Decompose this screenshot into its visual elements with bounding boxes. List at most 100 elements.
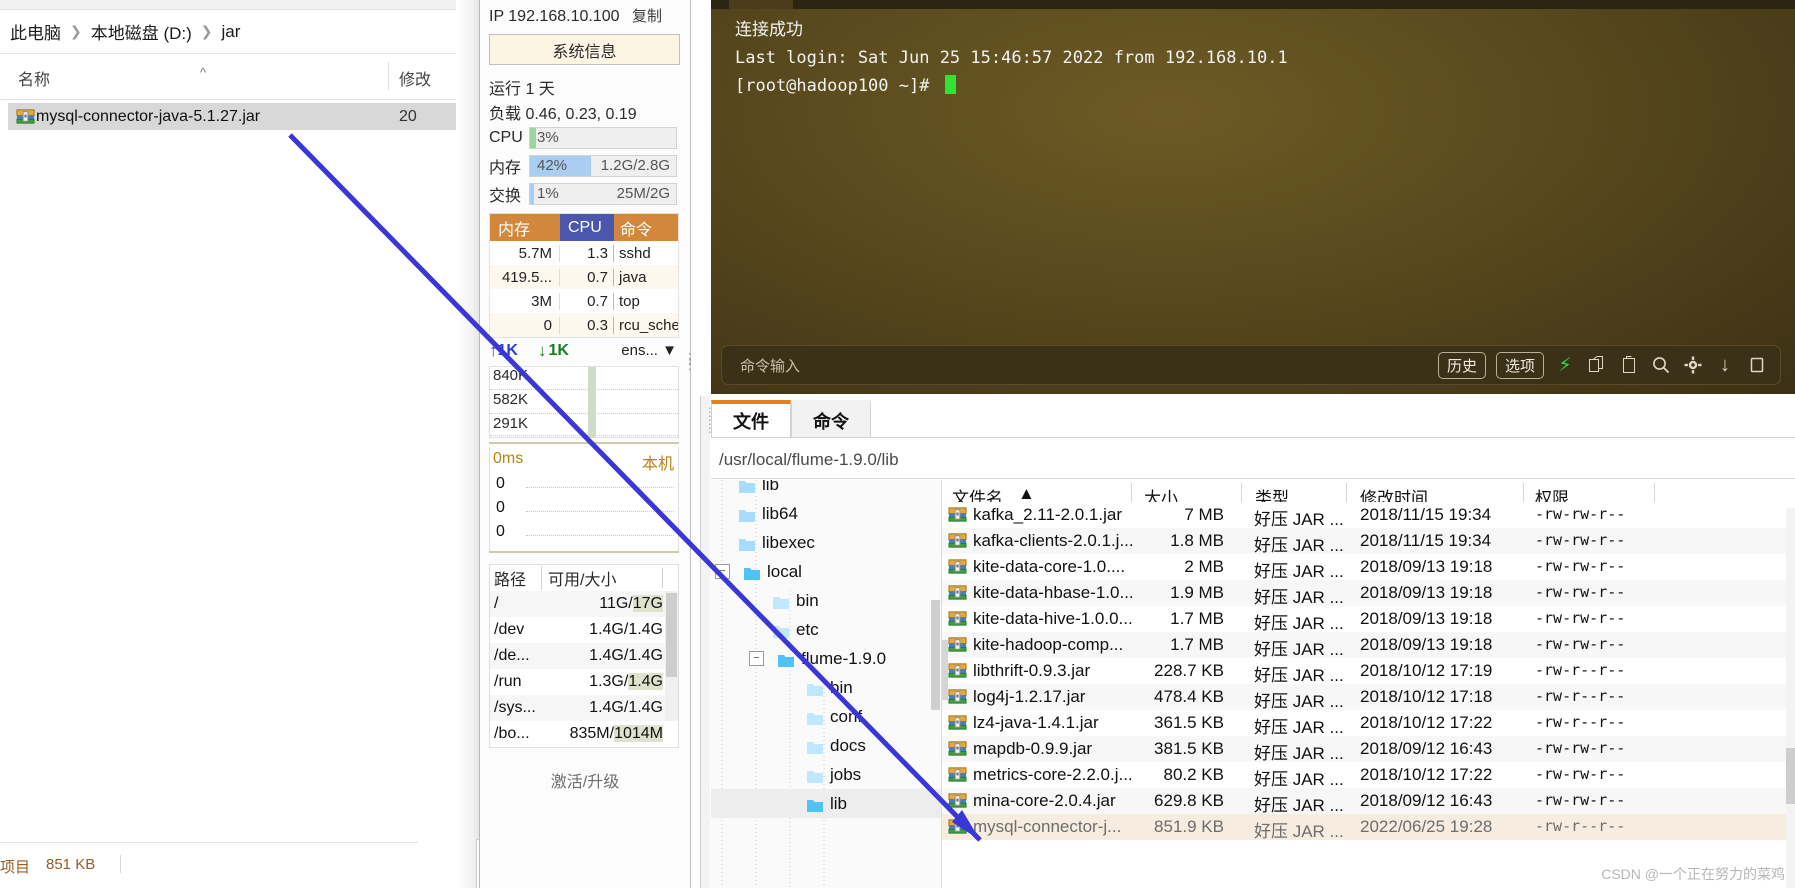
file-name: lz4-java-1.4.1.jar	[973, 713, 1099, 733]
lightning-icon[interactable]: ⚡	[1554, 354, 1576, 376]
ssh-terminal[interactable]: 连接成功 Last login: Sat Jun 25 15:46:57 202…	[711, 0, 1795, 394]
file-list-row[interactable]: mysql-connector-j...851.9 KB好压 JAR ...20…	[942, 814, 1795, 840]
file-list-row[interactable]: metrics-core-2.2.0.j...80.2 KB好压 JAR ...…	[942, 762, 1795, 788]
tree-scrollbar-thumb[interactable]	[931, 600, 940, 710]
tree-node-flume-jobs[interactable]: jobs	[711, 760, 941, 789]
file-list-row[interactable]: kafka-clients-2.0.1.j...1.8 MB好压 JAR ...…	[942, 528, 1795, 554]
file-modified: 2018/09/12 16:43	[1360, 739, 1492, 759]
disk-size: 835M/1014M	[550, 725, 665, 743]
file-name[interactable]: mysql-connector-java-5.1.27.jar	[36, 108, 260, 126]
scrollbar-thumb[interactable]	[1786, 748, 1795, 804]
process-header-memory[interactable]: 内存	[490, 214, 560, 241]
file-list-row[interactable]: kite-data-hive-1.0.0...1.7 MB好压 JAR ...2…	[942, 606, 1795, 632]
tree-node-local-bin[interactable]: bin	[711, 586, 941, 615]
tree-node-local[interactable]: − local	[711, 557, 941, 586]
breadcrumb-item-0[interactable]: 此电脑	[10, 19, 61, 44]
network-interface-select[interactable]: ens... ▼	[621, 342, 677, 359]
column-header-modified[interactable]: 修改	[399, 66, 431, 90]
upload-arrow-icon: ↑	[489, 341, 498, 361]
scrollbar-thumb[interactable]	[666, 593, 677, 677]
disk-total: 1014M	[614, 725, 663, 742]
column-header-name[interactable]: 名称	[18, 66, 50, 90]
file-list-row[interactable]: kite-data-hbase-1.0...1.9 MB好压 JAR ...20…	[942, 580, 1795, 606]
process-header-command[interactable]: 命令	[614, 214, 678, 241]
tab-commands[interactable]: 命令	[791, 400, 871, 438]
panel-resize-grip[interactable]: ⋮⋮	[683, 355, 697, 367]
process-row[interactable]: 0 0.3 rcu_sche	[490, 313, 678, 337]
file-list-row[interactable]: mapdb-0.9.9.jar381.5 KB好压 JAR ...2018/09…	[942, 736, 1795, 762]
breadcrumb-item-2[interactable]: jar	[222, 22, 241, 42]
disk-header-path[interactable]: 路径	[490, 566, 542, 590]
disk-row[interactable]: /run 1.3G/1.4G	[490, 669, 678, 695]
file-list-row[interactable]: mina-core-2.0.4.jar629.8 KB好压 JAR ...201…	[942, 788, 1795, 814]
history-button[interactable]: 历史	[1438, 352, 1486, 379]
tree-node-lib-clipped[interactable]: lib	[711, 480, 941, 499]
process-header-cpu[interactable]: CPU	[560, 214, 614, 241]
explorer-column-header: 名称 ^ 修改	[0, 55, 480, 100]
tab-files[interactable]: 文件	[711, 400, 791, 438]
disk-row[interactable]: / 11G/17G	[490, 591, 678, 617]
file-modified: 2018/09/13 19:18	[1360, 583, 1492, 603]
file-list-row[interactable]: libthrift-0.9.3.jar228.7 KB好压 JAR ...201…	[942, 658, 1795, 684]
directory-tree[interactable]: lib lib64 libexec − local bin etc −	[711, 480, 942, 888]
file-modified: 2018/10/12 17:18	[1360, 687, 1492, 707]
tree-collapse-icon[interactable]: −	[749, 651, 764, 666]
disk-header-size[interactable]: 可用/大小	[542, 566, 662, 590]
terminal-tab-strip	[711, 0, 1795, 9]
remote-file-list: 文件名 ▲ 大小 类型 修改时间 权限 kafka_2.11-2.0.1.jar…	[942, 480, 1795, 888]
ip-value: 192.168.10.100	[508, 8, 619, 25]
file-list-row[interactable]: kafka_2.11-2.0.1.jar7 MB好压 JAR ...2018/1…	[942, 502, 1795, 528]
file-list-row[interactable]: log4j-1.2.17.jar478.4 KB好压 JAR ...2018/1…	[942, 684, 1795, 710]
process-row[interactable]: 5.7M 1.3 sshd	[490, 241, 678, 265]
options-button[interactable]: 选项	[1496, 352, 1544, 379]
tree-node-flume-lib[interactable]: lib	[711, 789, 941, 818]
tree-node-flume-docs[interactable]: docs	[711, 731, 941, 760]
file-list-row[interactable]: lz4-java-1.4.1.jar361.5 KB好压 JAR ...2018…	[942, 710, 1795, 736]
file-size: 478.4 KB	[1122, 687, 1224, 707]
disk-row[interactable]: /dev 1.4G/1.4G	[490, 617, 678, 643]
file-type: 好压 JAR ...	[1254, 687, 1344, 712]
zip-archive-icon	[16, 107, 35, 126]
process-row[interactable]: 3M 0.7 top	[490, 289, 678, 313]
system-info-button[interactable]: 系统信息	[489, 34, 680, 65]
disk-row[interactable]: /de... 1.4G/1.4G	[490, 643, 678, 669]
terminal-line-2: [root@hadoop100 ~]#	[735, 76, 940, 96]
disk-table-scrollbar[interactable]	[665, 591, 678, 721]
path-bar[interactable]: /usr/local/flume-1.9.0/lib 历史	[711, 442, 1795, 478]
terminal-tab[interactable]	[729, 0, 793, 9]
tree-node-flume-conf[interactable]: conf	[711, 702, 941, 731]
copy-icon[interactable]	[1586, 354, 1608, 376]
explorer-file-row[interactable]: mysql-connector-java-5.1.27.jar 20	[8, 103, 468, 130]
tree-node-flume-bin[interactable]: bin	[711, 673, 941, 702]
download-icon[interactable]: ↓	[1714, 354, 1736, 376]
tree-node-local-etc[interactable]: etc	[711, 615, 941, 644]
file-size: 1.7 MB	[1122, 635, 1224, 655]
activate-upgrade-link[interactable]: 激活/升级	[480, 768, 690, 792]
zip-archive-icon	[948, 791, 967, 810]
copy-ip-button[interactable]: 复制	[632, 8, 662, 25]
tree-collapse-icon[interactable]: −	[715, 564, 730, 579]
tree-node-label: lib	[830, 794, 847, 814]
search-icon[interactable]	[1650, 354, 1672, 376]
gear-icon[interactable]	[1682, 354, 1704, 376]
disk-row[interactable]: /sys... 1.4G/1.4G	[490, 695, 678, 721]
file-list-row[interactable]: kite-hadoop-comp...1.7 MB好压 JAR ...2018/…	[942, 632, 1795, 658]
windows-explorer-window: 此电脑 ❯ 本地磁盘 (D:) ❯ jar 名称 ^ 修改 mysql-conn…	[0, 0, 480, 888]
file-list-scrollbar[interactable]	[1786, 508, 1795, 888]
file-size: 381.5 KB	[1122, 739, 1224, 759]
file-list-left-scroll[interactable]	[942, 640, 948, 700]
window-icon[interactable]	[1746, 354, 1768, 376]
tree-node-libexec[interactable]: libexec	[711, 528, 941, 557]
paste-icon[interactable]	[1618, 354, 1640, 376]
browser-resize-gripper[interactable]: ⋮⋮⋮	[701, 396, 710, 888]
tree-node-flume[interactable]: − flume-1.9.0	[711, 644, 941, 673]
breadcrumb[interactable]: 此电脑 ❯ 本地磁盘 (D:) ❯ jar	[0, 10, 480, 54]
swap-meter-label: 交换	[489, 182, 529, 206]
breadcrumb-item-1[interactable]: 本地磁盘 (D:)	[91, 19, 192, 44]
disk-row[interactable]: /bo... 835M/1014M	[490, 721, 678, 747]
file-list-row[interactable]: kite-data-core-1.0....2 MB好压 JAR ...2018…	[942, 554, 1795, 580]
tree-node-lib64[interactable]: lib64	[711, 499, 941, 528]
process-row[interactable]: 419.5... 0.7 java	[490, 265, 678, 289]
command-input-bar[interactable]: 命令输入 历史 选项 ⚡ ↓	[721, 345, 1781, 385]
current-path[interactable]: /usr/local/flume-1.9.0/lib	[719, 450, 899, 470]
